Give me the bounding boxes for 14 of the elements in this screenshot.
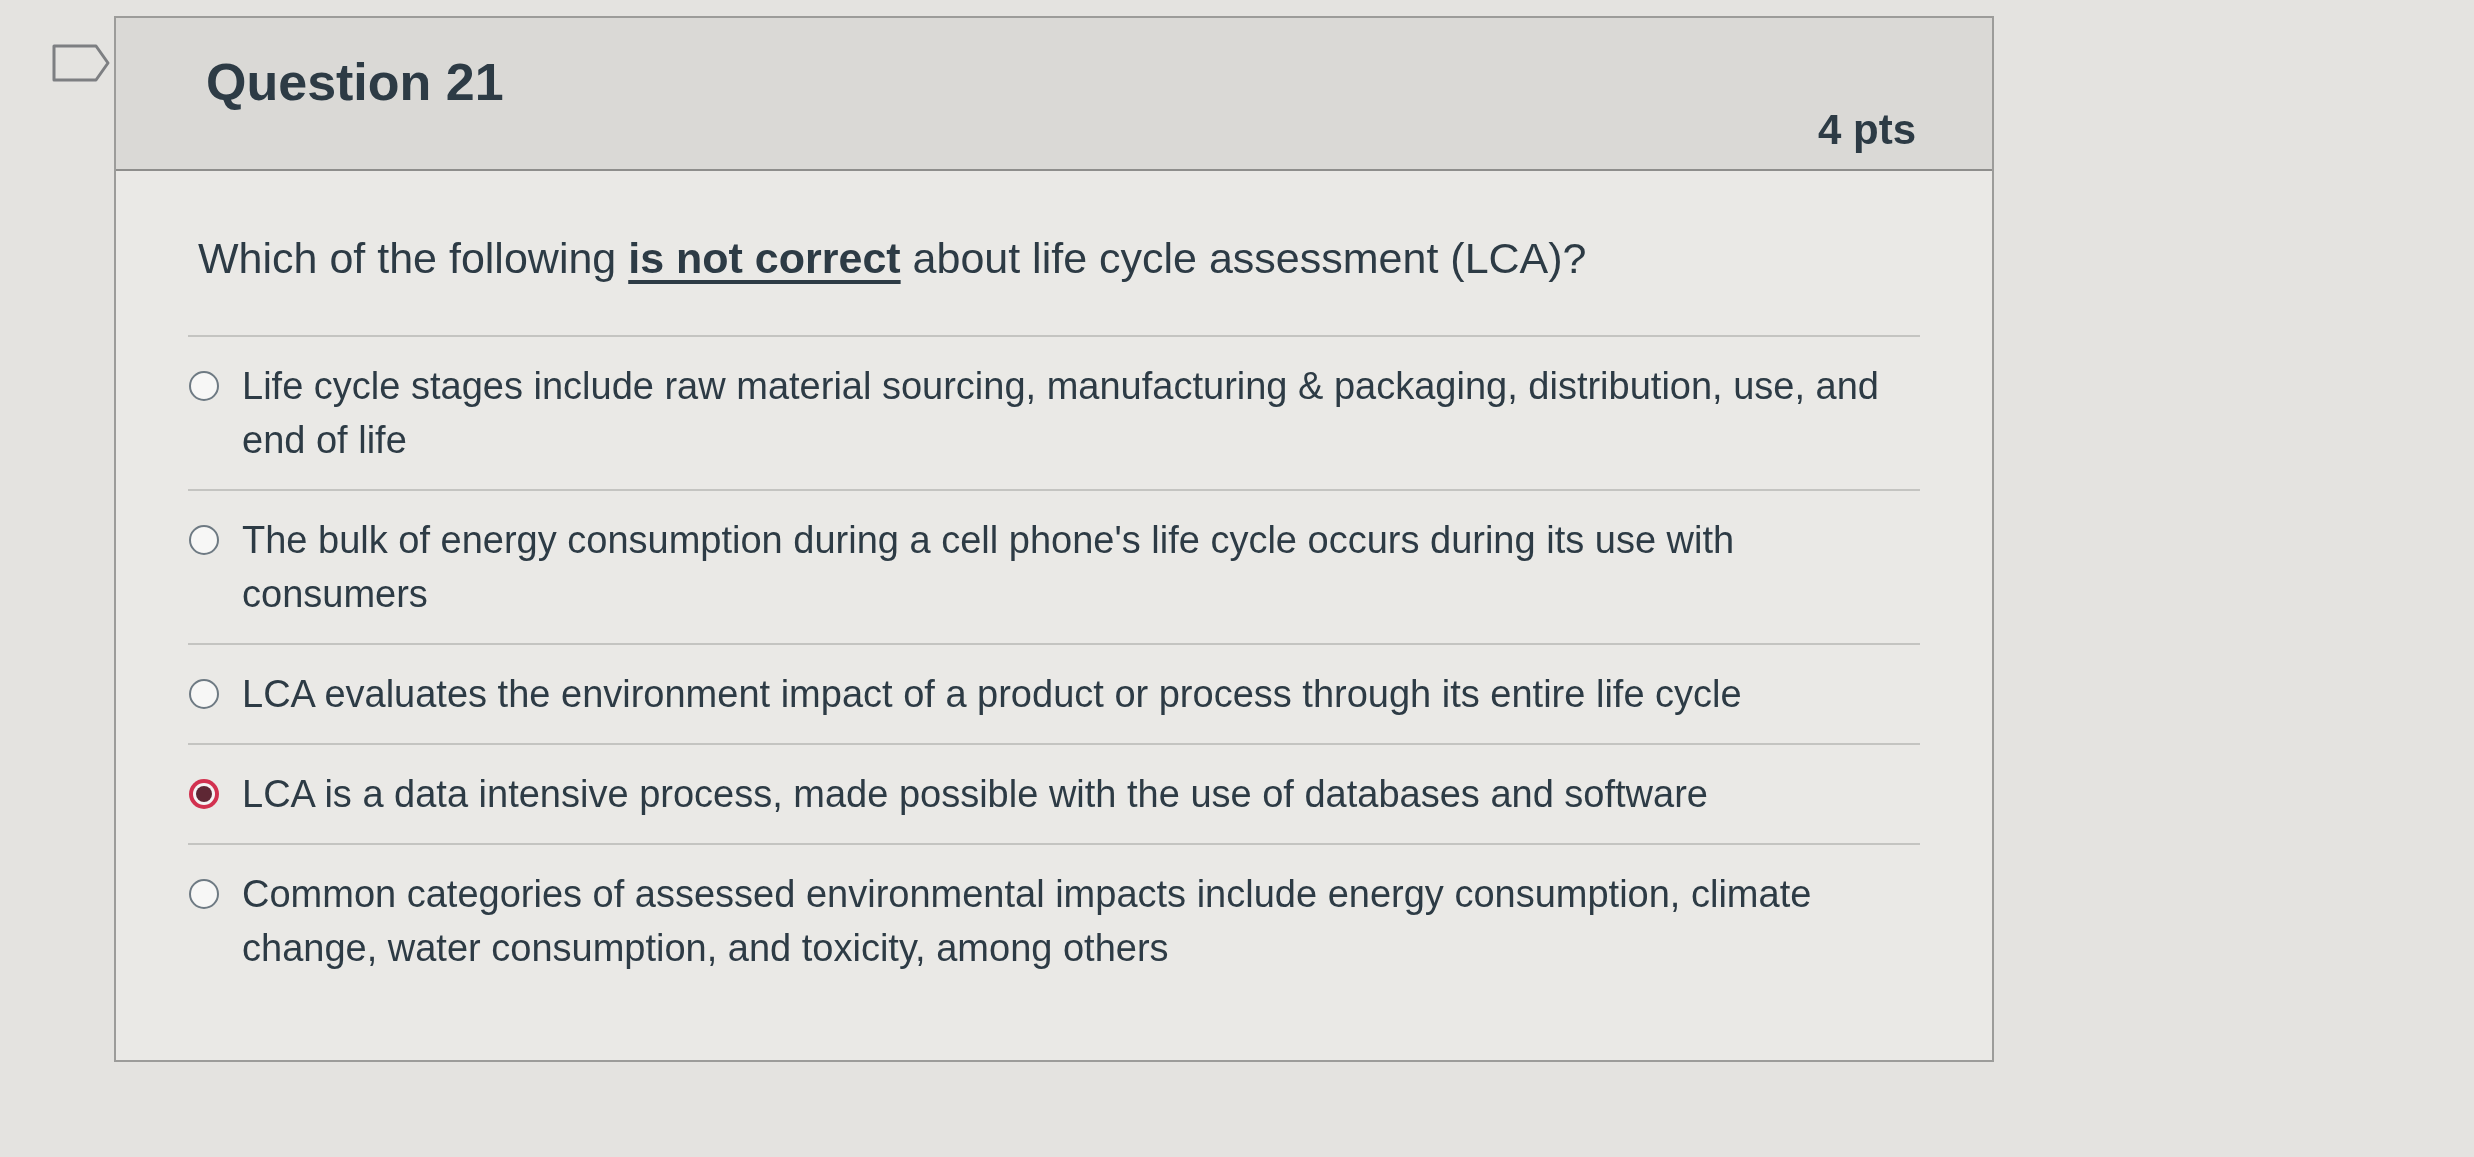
radio-button[interactable]	[188, 778, 220, 810]
question-title: Question 21	[206, 52, 504, 112]
points-label: 4 pts	[1817, 105, 1916, 155]
radio-button[interactable]	[188, 524, 220, 556]
flag-icon[interactable]	[52, 44, 110, 82]
answer-label[interactable]: Life cycle stages include raw material sourcing, manufacturing & packaging, distribution, use, and end of life	[242, 359, 1912, 467]
radio-button[interactable]	[188, 370, 220, 402]
answer-label[interactable]: The bulk of energy consumption during a cell phone's life cycle occurs during its use with consumers	[242, 513, 1912, 621]
question-text: Which of the following is not correct about life cycle assessment (LCA)?	[197, 233, 1588, 284]
radio-button[interactable]	[188, 678, 220, 710]
answer-label[interactable]: Common categories of assessed environmental impacts include energy consumption, climate change, water consumption, and toxicity, among others	[242, 867, 1912, 975]
answer-label[interactable]: LCA evaluates the environment impact of a product or process through its entire life cycle	[242, 667, 1742, 721]
answer-label[interactable]: LCA is a data intensive process, made possible with the use of databases and software	[242, 767, 1708, 821]
radio-button[interactable]	[188, 878, 220, 910]
